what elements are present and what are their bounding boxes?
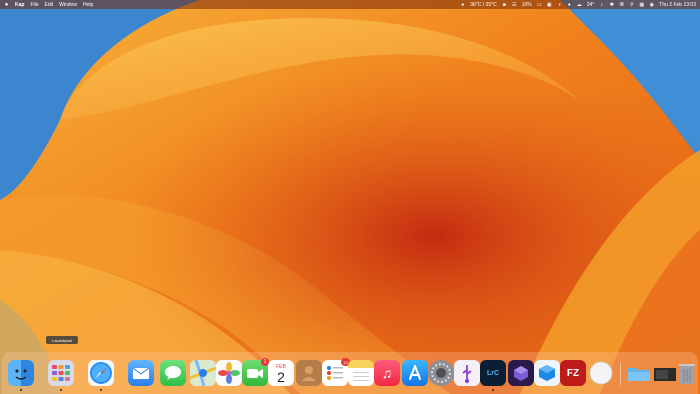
battery-percentage[interactable]: 10% bbox=[522, 2, 532, 8]
status-icon[interactable]: ● bbox=[460, 1, 465, 8]
lock-icon[interactable]: ■ bbox=[502, 1, 507, 8]
control-center-icon[interactable]: ▦ bbox=[639, 1, 644, 8]
mail-icon[interactable] bbox=[128, 360, 154, 386]
finder-icon[interactable] bbox=[8, 360, 34, 386]
cube-app-icon[interactable] bbox=[508, 360, 534, 386]
night-shift-icon[interactable]: ◑ bbox=[557, 1, 562, 8]
app-menu[interactable]: Kap bbox=[15, 2, 24, 8]
calendar-icon[interactable]: FEB 2 bbox=[268, 360, 294, 386]
menu-extra-icon-2[interactable]: ● bbox=[567, 1, 572, 8]
safari-icon[interactable] bbox=[88, 360, 114, 386]
trash-icon[interactable] bbox=[678, 360, 696, 386]
launchpad-icon[interactable] bbox=[48, 360, 74, 386]
safari-running-indicator bbox=[100, 389, 102, 391]
calendar-day: 2 bbox=[277, 369, 285, 385]
temperature-readout[interactable]: 36°C / 35°C bbox=[470, 2, 497, 8]
menu-edit[interactable]: Edit bbox=[45, 2, 54, 8]
cloud-icon[interactable]: ☁ bbox=[577, 1, 582, 8]
lightroom-label: LrC bbox=[486, 369, 500, 377]
weather-temperature[interactable]: 34° bbox=[587, 2, 595, 8]
bluetooth-icon[interactable]: ✱ bbox=[609, 1, 614, 8]
battery-icon[interactable]: ▭ bbox=[537, 1, 542, 8]
menu-help[interactable]: Help bbox=[83, 2, 93, 8]
sound-icon[interactable]: ♪ bbox=[599, 1, 604, 8]
messages-icon[interactable] bbox=[160, 360, 186, 386]
dock-separator bbox=[620, 363, 621, 385]
app-store-icon[interactable] bbox=[402, 360, 428, 386]
dock: 1 FEB 2 12 ♫ LrC FZ bbox=[2, 352, 698, 394]
launchpad-tooltip: Launchpad bbox=[46, 336, 78, 344]
menu-window[interactable]: Window bbox=[59, 2, 77, 8]
menu-bar: ● Kap File Edit Window Help ● 36°C / 35°… bbox=[0, 0, 700, 9]
usb-utility-icon[interactable] bbox=[454, 360, 480, 386]
virtualbox-icon[interactable] bbox=[534, 360, 560, 386]
apple-menu-icon[interactable]: ● bbox=[4, 1, 9, 8]
downloads-folder-icon[interactable] bbox=[626, 360, 652, 386]
minimized-window-icon[interactable] bbox=[652, 360, 678, 386]
clock[interactable]: Thu 2 Feb 13:03 bbox=[659, 2, 696, 8]
lightroom-running-indicator bbox=[492, 389, 494, 391]
display-icon[interactable]: ▣ bbox=[547, 1, 552, 8]
music-note-glyph: ♫ bbox=[381, 365, 393, 381]
desktop-wallpaper bbox=[0, 0, 700, 394]
menu-file[interactable]: File bbox=[30, 2, 38, 8]
music-icon[interactable]: ♫ bbox=[374, 360, 400, 386]
maps-icon[interactable] bbox=[190, 360, 216, 386]
notes-icon[interactable] bbox=[348, 360, 374, 386]
contacts-icon[interactable] bbox=[296, 360, 322, 386]
lightroom-classic-icon[interactable]: LrC bbox=[480, 360, 506, 386]
menu-extra-icon[interactable]: ☰ bbox=[512, 1, 517, 8]
siri-icon[interactable]: ◉ bbox=[649, 1, 654, 8]
blank-app-icon[interactable] bbox=[588, 360, 614, 386]
launchpad-running-indicator bbox=[60, 389, 62, 391]
system-settings-icon[interactable] bbox=[428, 360, 454, 386]
wifi-icon[interactable]: ⌘ bbox=[619, 1, 624, 8]
photos-icon[interactable] bbox=[216, 360, 242, 386]
filezilla-label: FZ bbox=[566, 367, 580, 379]
search-icon[interactable]: ⚲ bbox=[629, 1, 634, 8]
filezilla-icon[interactable]: FZ bbox=[560, 360, 586, 386]
finder-running-indicator bbox=[20, 389, 22, 391]
